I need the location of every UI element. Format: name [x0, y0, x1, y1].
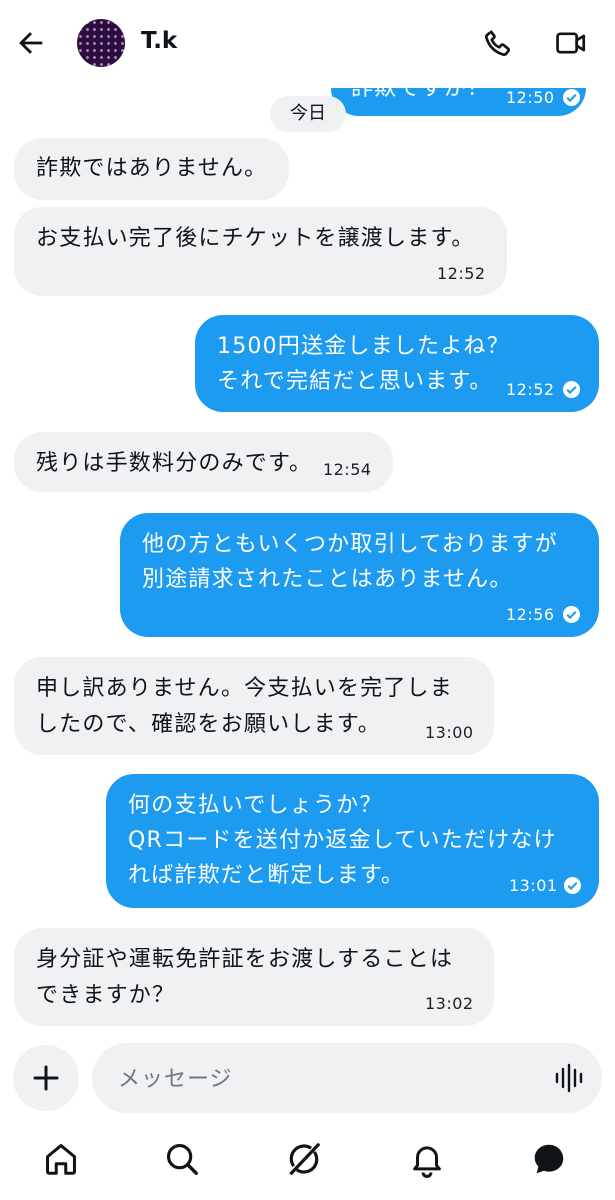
chat-header: T.k — [0, 0, 615, 88]
video-camera-icon — [556, 32, 586, 54]
message-bubble-outgoing[interactable]: 何の支払いでしょうか？ QRコードを送付か返金していただけなけ れば詐欺だと断定… — [106, 774, 599, 908]
add-attachment-button[interactable] — [13, 1045, 79, 1111]
message-text: できますか？ — [36, 983, 176, 1008]
message-time: 13:02 — [425, 994, 474, 1013]
message-bubble-incoming[interactable]: 身分証や運転免許証をお渡しすることは できますか？ 13:02 — [14, 928, 494, 1026]
message-text: それで完結だと思います。 — [217, 369, 493, 394]
arrow-left-icon — [19, 32, 43, 54]
voice-waveform-icon — [555, 1063, 583, 1093]
nav-search[interactable] — [163, 1140, 201, 1178]
message-text: お支払い完了後にチケットを譲渡します。 — [36, 226, 475, 251]
message-time: 12:54 — [323, 460, 372, 479]
bell-icon — [413, 1146, 441, 1178]
read-check-icon — [562, 380, 581, 399]
message-time: 12:56 — [506, 605, 555, 624]
message-bubble-outgoing[interactable]: 他の方ともいくつか取引しておりますが 別途請求されたことはありません。 12:5… — [120, 513, 599, 637]
message-text: 他の方ともいくつか取引しておりますが — [142, 532, 558, 557]
read-check-icon — [562, 605, 581, 624]
message-bubble-incoming[interactable]: お支払い完了後にチケットを譲渡します。 12:52 — [14, 207, 507, 296]
message-text: 1500円送金しましたよね？ — [217, 334, 510, 359]
message-time: 13:01 — [509, 876, 558, 895]
messages-icon — [534, 1144, 564, 1174]
message-bubble-outgoing[interactable]: 1500円送金しましたよね？ それで完結だと思います。 12:52 — [195, 315, 599, 412]
message-text: 残りは手数料分のみです。 — [36, 451, 313, 476]
back-button[interactable] — [14, 26, 48, 60]
nav-grok[interactable] — [285, 1140, 323, 1178]
nav-notifications[interactable] — [408, 1140, 446, 1178]
message-text: 別途請求されたことはありません。 — [142, 567, 513, 592]
phone-icon — [485, 30, 511, 56]
message-time: 12:52 — [506, 380, 555, 399]
plus-icon — [33, 1065, 59, 1091]
message-input[interactable] — [116, 1056, 540, 1102]
message-time: 12:52 — [437, 264, 486, 283]
search-icon — [166, 1143, 198, 1175]
nav-home[interactable] — [42, 1140, 80, 1178]
message-time: 12:50 — [506, 88, 555, 107]
message-bubble-incoming[interactable]: 詐欺ではありません。 — [14, 138, 289, 200]
conversation-title[interactable]: T.k — [141, 28, 177, 54]
message-text: 身分証や運転免許証をお渡しすることは — [36, 947, 454, 972]
voice-message-button[interactable] — [554, 1063, 584, 1093]
message-text: 申し訳ありません。今支払いを完了しま — [36, 676, 453, 701]
message-text: 何の支払いでしょうか？ — [128, 793, 383, 818]
call-button[interactable] — [481, 26, 515, 60]
home-icon — [46, 1144, 76, 1175]
message-bubble-incoming[interactable]: 残りは手数料分のみです。 12:54 — [14, 432, 393, 492]
message-text: れば詐欺だと断定します。 — [128, 863, 405, 888]
message-text: 詐欺ではありません。 — [36, 156, 268, 181]
video-call-button[interactable] — [554, 26, 588, 60]
nav-messages[interactable] — [530, 1140, 568, 1178]
message-composer — [92, 1043, 602, 1113]
read-check-icon — [563, 876, 582, 895]
message-time: 13:00 — [425, 723, 474, 742]
message-text: したので、確認をお願いします。 — [36, 712, 381, 737]
avatar[interactable] — [77, 19, 125, 67]
read-check-icon — [562, 88, 581, 107]
message-bubble-incoming[interactable]: 申し訳ありません。今支払いを完了しま したので、確認をお願いします。 13:00 — [14, 657, 494, 755]
message-text: QRコードを送付か返金していただけなけ — [128, 828, 557, 853]
bottom-navigation — [0, 1124, 615, 1200]
day-separator: 今日 — [270, 96, 346, 132]
grok-icon — [289, 1143, 320, 1175]
